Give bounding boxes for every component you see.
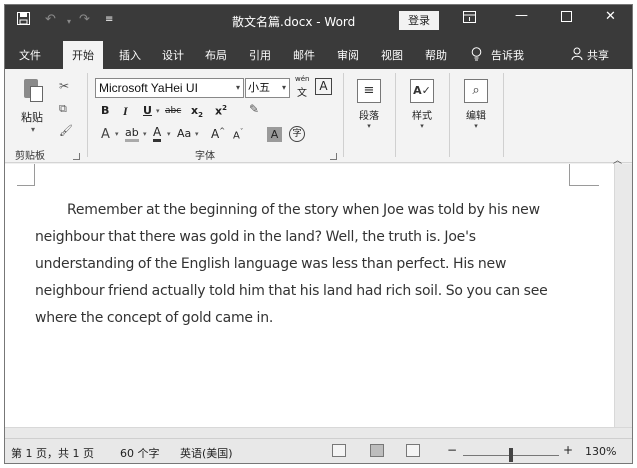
font-color-button[interactable]: A: [153, 126, 162, 142]
tab-review[interactable]: 审阅: [337, 47, 359, 63]
chevron-down-icon[interactable]: ▾: [167, 130, 171, 138]
login-button[interactable]: 登录: [399, 11, 439, 30]
cut-icon[interactable]: ✂: [59, 79, 69, 93]
clear-formatting-icon[interactable]: ✎: [249, 102, 259, 116]
tab-references[interactable]: 引用: [249, 47, 271, 63]
person-icon[interactable]: [571, 47, 583, 63]
share-button[interactable]: 共享: [587, 47, 609, 63]
character-border-button[interactable]: A: [315, 78, 332, 95]
chevron-down-icon: ▾: [420, 122, 424, 130]
crop-mark-top-right: [569, 164, 599, 186]
font-launcher-icon[interactable]: [330, 153, 337, 160]
read-mode-icon[interactable]: [332, 444, 346, 457]
font-size-select[interactable]: 小五 ▾: [245, 78, 290, 98]
close-icon[interactable]: ✕: [605, 9, 616, 24]
underline-button[interactable]: U: [143, 104, 152, 117]
zoom-in-button[interactable]: +: [563, 443, 573, 457]
editing-label: 编辑: [466, 111, 486, 122]
shrink-font-glyph: A: [233, 130, 240, 142]
font-size-value: 小五: [248, 81, 270, 94]
title-bar: ↶ ▾ ↷ ≡ 散文名篇.docx - Word 登录 — ✕: [5, 5, 632, 36]
shrink-font-button[interactable]: Aˇ: [233, 128, 243, 141]
paste-dropdown-icon[interactable]: ▾: [31, 125, 35, 134]
paragraph-button[interactable]: ≡ 段落 ▾: [350, 79, 388, 130]
print-layout-icon[interactable]: [370, 444, 384, 457]
ribbon-home: 粘贴 ▾ ✂ ⧉ 🖌 剪贴板 Microsoft YaHei UI ▾ 小五 ▾…: [5, 69, 632, 166]
redo-icon[interactable]: ↷: [79, 12, 90, 27]
italic-button[interactable]: I: [123, 104, 128, 119]
bold-button[interactable]: B: [101, 104, 109, 117]
status-bar: 第 1 页，共 1 页 60 个字 英语(美国) − + 130%: [5, 438, 632, 463]
highlight-button[interactable]: ab: [125, 127, 139, 142]
enclose-characters-button[interactable]: 字: [289, 126, 305, 142]
page-count[interactable]: 第 1 页，共 1 页: [11, 445, 94, 461]
undo-icon[interactable]: ↶: [45, 12, 56, 27]
search-icon: ⌕: [464, 79, 488, 103]
document-paragraph[interactable]: Remember at the beginning of the story w…: [35, 197, 575, 332]
styles-icon: A✓: [410, 79, 434, 103]
tab-insert[interactable]: 插入: [119, 47, 141, 63]
text-effects-button[interactable]: A: [101, 127, 110, 142]
clipboard-launcher-icon[interactable]: [73, 153, 80, 160]
chevron-down-icon[interactable]: ▾: [143, 130, 147, 138]
chevron-down-icon[interactable]: ▾: [115, 130, 119, 138]
ribbon-tabs: 文件 开始 插入 设计 布局 引用 邮件 审阅 视图 帮助 告诉我 共享: [5, 36, 632, 69]
paragraph-icon: ≡: [357, 79, 381, 103]
crop-mark-top-left: [17, 164, 35, 186]
undo-dropdown-icon[interactable]: ▾: [67, 17, 71, 26]
phonetic-guide-pinyin[interactable]: wén: [295, 75, 309, 83]
vertical-scrollbar[interactable]: [614, 164, 632, 427]
maximize-icon[interactable]: [561, 11, 572, 26]
tab-help[interactable]: 帮助: [425, 47, 447, 63]
styles-button[interactable]: A✓ 样式 ▾: [403, 79, 441, 130]
chevron-down-icon: ▾: [281, 83, 286, 92]
editing-button[interactable]: ⌕ 编辑 ▾: [457, 79, 495, 130]
paste-button[interactable]: 粘贴: [21, 109, 43, 125]
tab-home[interactable]: 开始: [63, 41, 103, 69]
tab-mailings[interactable]: 邮件: [293, 47, 315, 63]
paste-icon[interactable]: [21, 79, 43, 103]
tab-file[interactable]: 文件: [19, 47, 41, 63]
web-layout-icon[interactable]: [406, 444, 420, 457]
minimize-icon[interactable]: —: [515, 8, 528, 23]
zoom-slider-thumb[interactable]: [509, 448, 513, 462]
tell-me-box[interactable]: 告诉我: [491, 47, 524, 63]
paragraph-label: 段落: [359, 111, 379, 122]
font-group-label: 字体: [195, 151, 215, 162]
document-canvas[interactable]: Remember at the beginning of the story w…: [5, 164, 614, 427]
word-window: ↶ ▾ ↷ ≡ 散文名篇.docx - Word 登录 — ✕ 文件 开始 插入…: [4, 4, 633, 464]
subscript-button[interactable]: x2: [191, 104, 203, 119]
zoom-level[interactable]: 130%: [585, 445, 616, 458]
lightbulb-icon[interactable]: [471, 47, 482, 64]
grow-font-glyph: A: [211, 127, 220, 141]
font-name-value: Microsoft YaHei UI: [99, 81, 198, 95]
phonetic-guide-button[interactable]: 文: [297, 84, 307, 99]
word-count[interactable]: 60 个字: [120, 445, 160, 461]
font-name-select[interactable]: Microsoft YaHei UI ▾: [95, 78, 244, 98]
chevron-down-icon: ▾: [474, 122, 478, 130]
zoom-out-button[interactable]: −: [447, 443, 457, 457]
horizontal-scrollbar[interactable]: [5, 427, 632, 438]
ribbon-display-options-icon[interactable]: [463, 11, 476, 27]
character-shading-button[interactable]: A: [267, 127, 282, 142]
superscript-button[interactable]: x2: [215, 104, 227, 118]
styles-label: 样式: [412, 111, 432, 122]
tab-design[interactable]: 设计: [162, 47, 184, 63]
save-icon[interactable]: [17, 12, 30, 29]
clipboard-group-label: 剪贴板: [15, 151, 45, 162]
copy-icon[interactable]: ⧉: [59, 102, 67, 116]
document-title: 散文名篇.docx - Word: [232, 15, 356, 29]
chevron-down-icon[interactable]: ▾: [156, 107, 160, 115]
chevron-down-icon: ▾: [367, 122, 371, 130]
customize-quick-access-icon[interactable]: ≡: [105, 14, 113, 25]
tab-view[interactable]: 视图: [381, 47, 403, 63]
tab-layout[interactable]: 布局: [205, 47, 227, 63]
format-painter-icon[interactable]: 🖌: [59, 124, 73, 137]
chevron-down-icon: ▾: [235, 83, 240, 92]
change-case-button[interactable]: Aa: [177, 127, 191, 140]
strikethrough-button[interactable]: abc: [165, 106, 181, 116]
chevron-down-icon[interactable]: ▾: [195, 130, 199, 138]
language-indicator[interactable]: 英语(美国): [180, 445, 233, 461]
grow-font-button[interactable]: A^: [211, 127, 225, 141]
